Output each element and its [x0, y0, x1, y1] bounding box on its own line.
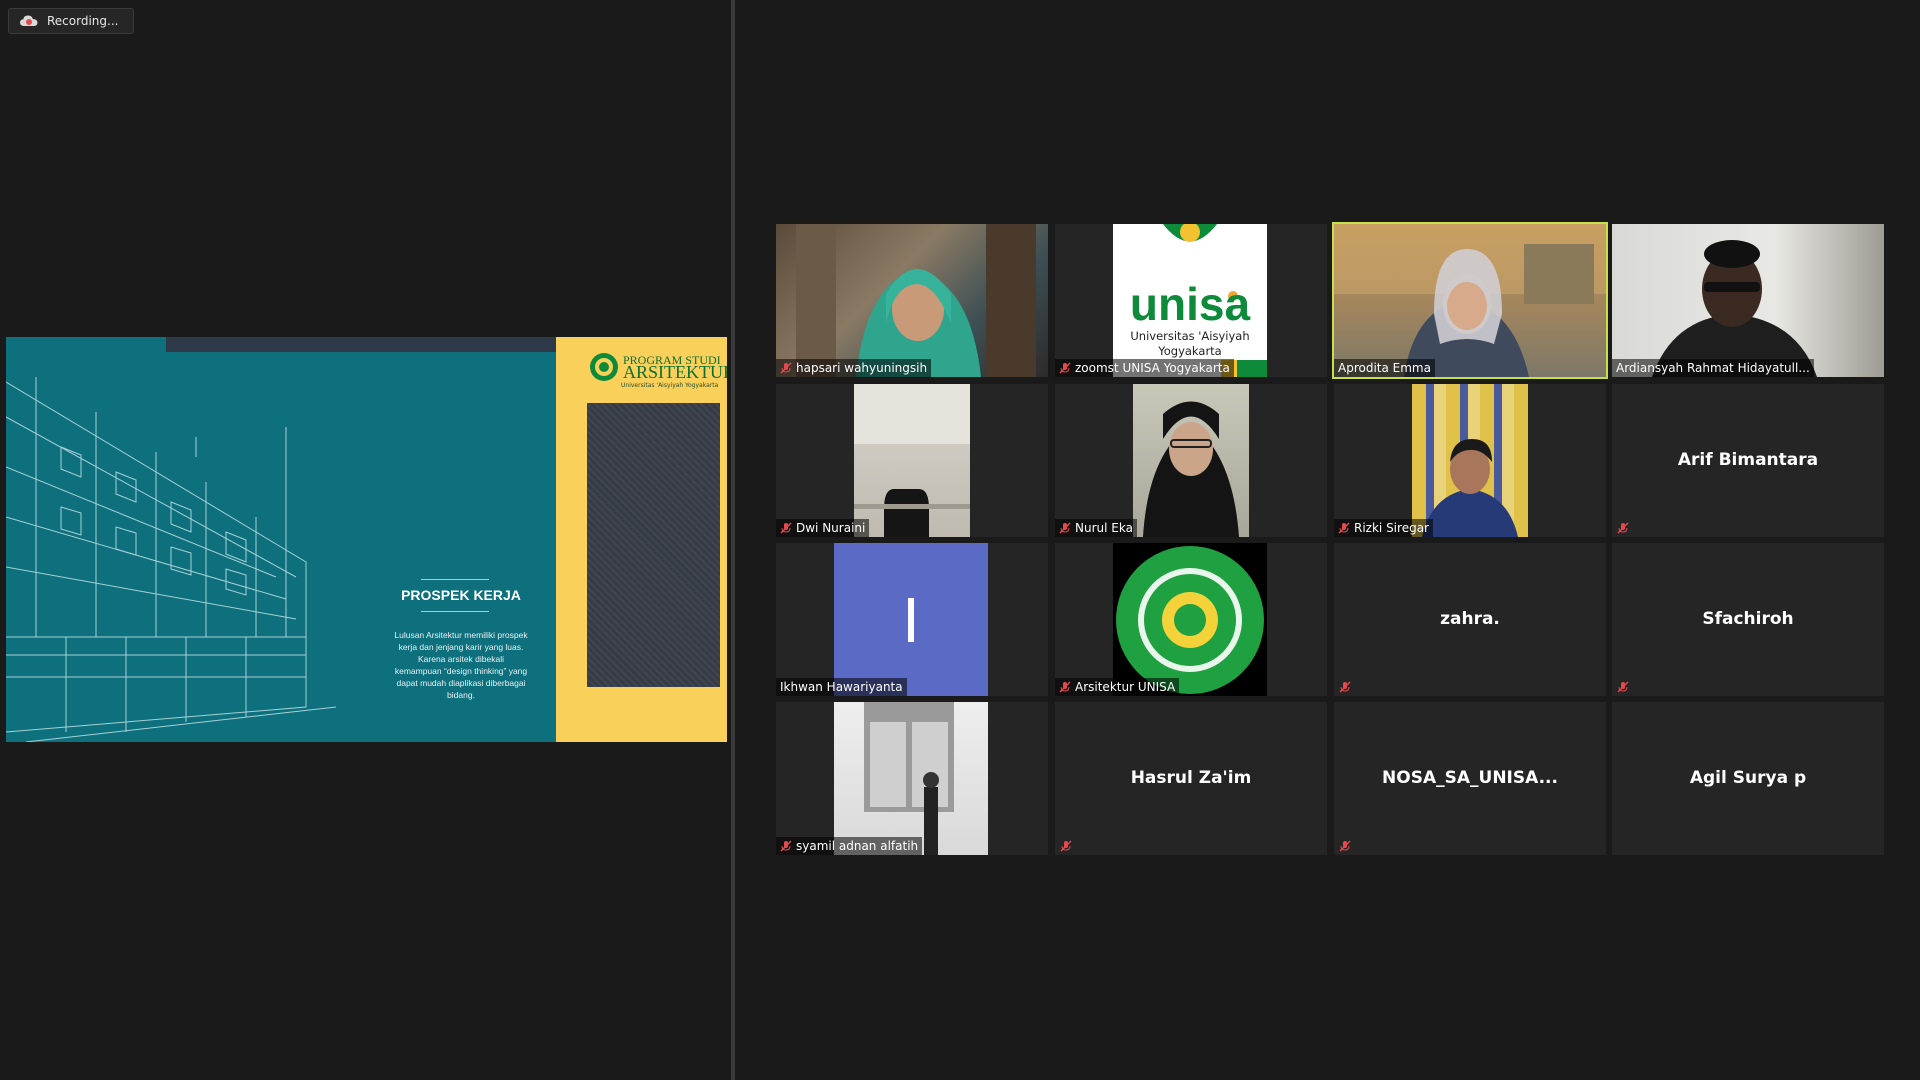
participant-name: Nurul Eka: [1075, 521, 1133, 535]
recording-indicator[interactable]: Recording...: [8, 8, 134, 34]
title-rule-top: [421, 579, 489, 580]
gallery-view: hapsari wahyuningsih unisa Universitas '…: [776, 222, 1884, 856]
avatar-initial: I: [902, 583, 920, 656]
video-silhouette: [1143, 401, 1239, 537]
muted-mic-icon: [780, 522, 792, 534]
logo-line-arsitektur: ARSITEKTUR: [623, 362, 727, 382]
muted-mic-icon: [780, 362, 792, 374]
participant-video: [1113, 543, 1267, 696]
participant-display-name: Arif Bimantara: [1677, 450, 1819, 470]
shared-screen-slide: PROSPEK KERJA Lulusan Arsitektur memilik…: [6, 337, 727, 742]
participant-tile[interactable]: Agil Surya p: [1612, 702, 1884, 855]
participant-name: zoomst UNISA Yogyakarta: [1075, 361, 1230, 375]
participant-display-name: zahra.: [1440, 609, 1500, 629]
participant-tile[interactable]: hapsari wahyuningsih: [776, 224, 1048, 377]
participant-name-label: Ardiansyah Rahmat Hidayatull...: [1612, 359, 1814, 377]
participant-name-label: syamil adnan alfatih: [776, 837, 923, 855]
video-silhouette: [864, 702, 954, 855]
video-silhouette: [1652, 240, 1817, 377]
participant-tile[interactable]: Ardiansyah Rahmat Hidayatull...: [1612, 224, 1884, 377]
logo-line-university: Universitas 'Aisyiyah Yogyakarta: [621, 382, 719, 389]
participant-video: [1612, 224, 1884, 377]
participant-name: hapsari wahyuningsih: [796, 361, 928, 375]
participant-tile[interactable]: NOSA_SA_UNISA...: [1334, 702, 1606, 855]
video-silhouette: [796, 224, 1036, 377]
unisa-wordmark: unisa: [1130, 278, 1251, 330]
participant-video: [1334, 224, 1606, 377]
participant-video: [834, 702, 988, 855]
slide-body-text: Lulusan Arsitektur memiliki prospek kerj…: [394, 630, 528, 700]
participant-display-name: Agil Surya p: [1689, 768, 1807, 788]
muted-mic-icon: [1339, 840, 1351, 852]
recording-label: Recording...: [47, 14, 119, 28]
participant-name-label: Arsitektur UNISA: [1055, 678, 1180, 696]
video-silhouette: [854, 384, 970, 537]
university-seal-image: [1116, 546, 1264, 694]
participant-display-name: NOSA_SA_UNISA...: [1382, 768, 1558, 788]
muted-mic-icon: [1060, 840, 1072, 852]
participant-tile[interactable]: syamil adnan alfatih: [776, 702, 1048, 855]
video-silhouette: [1334, 224, 1606, 377]
unisa-logo-line1: Universitas 'Aisyiyah: [1130, 329, 1249, 343]
participant-name: Dwi Nuraini: [796, 521, 866, 535]
slide-photo-placeholder: [587, 403, 720, 687]
participant-tile[interactable]: Sfachiroh: [1612, 543, 1884, 696]
muted-mic-icon: [1338, 522, 1350, 534]
participant-tile[interactable]: zahra.: [1334, 543, 1606, 696]
muted-mic-icon: [1339, 681, 1351, 693]
participant-name: syamil adnan alfatih: [796, 839, 919, 853]
participant-name-label: zoomst UNISA Yogyakarta: [1055, 359, 1234, 377]
participant-name-label: Dwi Nuraini: [776, 519, 870, 537]
participant-video: unisa Universitas 'Aisyiyah Yogyakarta: [1113, 224, 1267, 377]
participant-name: Ardiansyah Rahmat Hidayatull...: [1616, 361, 1810, 375]
participant-name-label: Ikhwan Hawariyanta: [776, 678, 907, 696]
participant-tile[interactable]: Arif Bimantara: [1612, 384, 1884, 537]
cloud-recording-icon: [20, 15, 38, 26]
participant-name-label: Rizki Siregar: [1334, 519, 1433, 537]
participant-name-label: Nurul Eka: [1055, 519, 1137, 537]
participant-video: [854, 384, 970, 537]
video-silhouette: [1422, 439, 1518, 537]
muted-mic-icon: [1059, 522, 1071, 534]
participant-tile[interactable]: unisa Universitas 'Aisyiyah Yogyakarta z…: [1055, 224, 1327, 377]
participant-video: [1133, 384, 1249, 537]
participant-name-label: hapsari wahyuningsih: [776, 359, 932, 377]
participant-tile[interactable]: Dwi Nuraini: [776, 384, 1048, 537]
muted-mic-icon: [780, 840, 792, 852]
participant-video: [776, 224, 1048, 377]
participant-video: [1412, 384, 1528, 537]
split-view-divider[interactable]: [731, 0, 735, 1080]
title-rule-bottom: [421, 611, 489, 612]
muted-mic-icon: [1617, 522, 1629, 534]
participant-tile[interactable]: I Ikhwan Hawariyanta: [776, 543, 1048, 696]
participant-tile[interactable]: Rizki Siregar: [1334, 384, 1606, 537]
participant-tile[interactable]: Arsitektur UNISA: [1055, 543, 1327, 696]
unisa-logo-line2: Yogyakarta: [1157, 344, 1221, 358]
program-logo: PROGRAM STUDI ARSITEKTUR Universitas 'Ai…: [589, 352, 727, 392]
participant-tile[interactable]: Hasrul Za'im: [1055, 702, 1327, 855]
participant-name-label: Aprodita Emma: [1334, 359, 1435, 377]
participant-name: Arsitektur UNISA: [1075, 680, 1176, 694]
participant-display-name: Hasrul Za'im: [1130, 768, 1252, 788]
participant-name: Aprodita Emma: [1338, 361, 1431, 375]
participant-tile-active-speaker[interactable]: Aprodita Emma: [1332, 222, 1608, 379]
muted-mic-icon: [1617, 681, 1629, 693]
slide-title: PROSPEK KERJA: [401, 587, 521, 603]
muted-mic-icon: [1059, 681, 1071, 693]
muted-mic-icon: [1059, 362, 1071, 374]
university-seal-icon: [590, 353, 618, 381]
participant-name: Ikhwan Hawariyanta: [780, 680, 903, 694]
participant-tile[interactable]: Nurul Eka: [1055, 384, 1327, 537]
participant-avatar: I: [834, 543, 988, 696]
participant-name: Rizki Siregar: [1354, 521, 1429, 535]
participant-display-name: Sfachiroh: [1702, 609, 1794, 629]
unisa-logo-image: unisa Universitas 'Aisyiyah Yogyakarta: [1130, 224, 1267, 377]
